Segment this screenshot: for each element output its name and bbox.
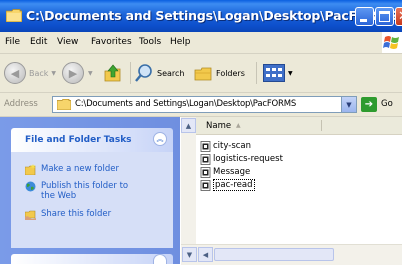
- task-label: Publish this folder to the Web: [41, 181, 129, 201]
- list-item[interactable]: city-scan: [200, 140, 251, 152]
- panel-title: File and Folder Tasks: [25, 135, 132, 145]
- back-label: Back: [29, 68, 49, 78]
- menu-bar: File Edit View Favorites Tools Help: [0, 32, 402, 54]
- menu-favorites[interactable]: Favorites: [91, 37, 132, 47]
- panel-header[interactable]: File and Folder Tasks ︽: [11, 128, 173, 152]
- file-icon: [200, 140, 211, 152]
- toolbar: ◀ Back ▼ ▶ ▼ Search Folders ▼: [0, 54, 402, 93]
- menu-edit[interactable]: Edit: [30, 37, 47, 47]
- go-arrow-icon: ➔: [364, 99, 374, 110]
- close-button[interactable]: ✕: [395, 7, 402, 26]
- toolbar-separator: [130, 62, 131, 84]
- horizontal-scrollbar[interactable]: ▼ ◀: [181, 244, 402, 265]
- forward-button[interactable]: ▶ ▼: [62, 62, 93, 84]
- go-button[interactable]: ➔: [361, 97, 377, 112]
- forward-arrow-icon: ▶: [62, 62, 84, 84]
- folder-icon: [57, 99, 71, 110]
- task-label: Share this folder: [41, 209, 112, 219]
- search-label: Search: [157, 68, 185, 78]
- scroll-thumb[interactable]: [214, 248, 334, 261]
- back-arrow-icon: ◀: [4, 62, 26, 84]
- column-header-name[interactable]: Name ▲: [196, 117, 402, 135]
- scroll-up-button[interactable]: ▲: [181, 118, 196, 133]
- folders-icon: [194, 67, 212, 81]
- title-bar[interactable]: C:\Documents and Settings\Logan\Desktop\…: [0, 0, 402, 32]
- share-folder-icon: [25, 210, 36, 220]
- task-pane: File and Folder Tasks ︽ Make a new folde…: [0, 117, 180, 264]
- up-folder-icon: [104, 64, 121, 82]
- search-icon: [135, 64, 152, 82]
- scroll-down-button[interactable]: ▼: [182, 247, 197, 262]
- sort-ascending-icon: ▲: [236, 122, 241, 129]
- views-button[interactable]: ▼: [263, 62, 293, 84]
- file-name: Message: [213, 167, 251, 177]
- folders-label: Folders: [216, 68, 245, 78]
- list-item[interactable]: Message: [200, 166, 250, 178]
- menu-view[interactable]: View: [57, 37, 78, 47]
- file-folder-tasks-panel: File and Folder Tasks ︽ Make a new folde…: [11, 128, 173, 248]
- file-name: pac-read: [213, 179, 255, 191]
- chevron-down-icon: ▼: [288, 69, 293, 77]
- task-share-folder[interactable]: Share this folder: [25, 209, 111, 220]
- list-item-selected[interactable]: pac-read: [200, 179, 255, 191]
- up-folder-button[interactable]: [103, 62, 123, 84]
- address-value: C:\Documents and Settings\Logan\Desktop\…: [75, 99, 297, 109]
- explorer-window: C:\Documents and Settings\Logan\Desktop\…: [0, 0, 402, 265]
- menu-file[interactable]: File: [5, 37, 20, 47]
- back-button[interactable]: ◀ Back ▼: [4, 62, 56, 84]
- second-panel-header[interactable]: [11, 254, 173, 264]
- task-label: Make a new folder: [41, 164, 119, 174]
- file-icon: [200, 179, 211, 191]
- scroll-left-button[interactable]: ◀: [198, 247, 213, 262]
- menu-help[interactable]: Help: [170, 37, 191, 47]
- folders-button[interactable]: Folders: [193, 62, 245, 84]
- new-folder-icon: [25, 164, 36, 175]
- menu-tools[interactable]: Tools: [139, 37, 161, 47]
- folder-icon: [6, 9, 22, 22]
- panel-body: Make a new folder Publish this folder to…: [11, 152, 173, 248]
- file-list: Name ▲ city-scan logistics-request Messa…: [196, 117, 402, 244]
- column-name-label: Name: [206, 121, 232, 131]
- task-make-new-folder[interactable]: Make a new folder: [25, 164, 119, 175]
- window-title: C:\Documents and Settings\Logan\Desktop\…: [26, 8, 398, 23]
- chevron-down-icon: ▼: [51, 69, 57, 77]
- go-label[interactable]: Go: [381, 99, 393, 109]
- file-name: city-scan: [213, 141, 252, 151]
- expand-icon[interactable]: [153, 254, 167, 264]
- views-icon: [263, 64, 285, 82]
- address-bar: Address C:\Documents and Settings\Logan\…: [0, 93, 402, 117]
- search-button[interactable]: Search: [134, 62, 184, 84]
- file-name: logistics-request: [213, 154, 283, 164]
- minimize-button[interactable]: [355, 7, 374, 26]
- maximize-button[interactable]: [375, 7, 394, 26]
- column-separator[interactable]: [321, 120, 322, 131]
- address-label: Address: [4, 99, 38, 109]
- collapse-icon[interactable]: ︽: [153, 132, 167, 146]
- toolbar-separator: [256, 62, 257, 84]
- file-icon: [200, 166, 211, 178]
- task-publish-folder[interactable]: Publish this folder to the Web: [25, 181, 130, 201]
- list-item[interactable]: logistics-request: [200, 153, 283, 165]
- globe-icon: [25, 181, 36, 192]
- address-dropdown[interactable]: ▼: [341, 97, 356, 112]
- file-icon: [200, 153, 211, 165]
- chevron-down-icon: ▼: [88, 69, 93, 77]
- windows-logo-icon: [382, 32, 402, 53]
- address-input[interactable]: C:\Documents and Settings\Logan\Desktop\…: [52, 96, 357, 113]
- vertical-scrollbar[interactable]: ▲ ▼: [181, 117, 196, 264]
- close-icon: ✕: [398, 8, 402, 25]
